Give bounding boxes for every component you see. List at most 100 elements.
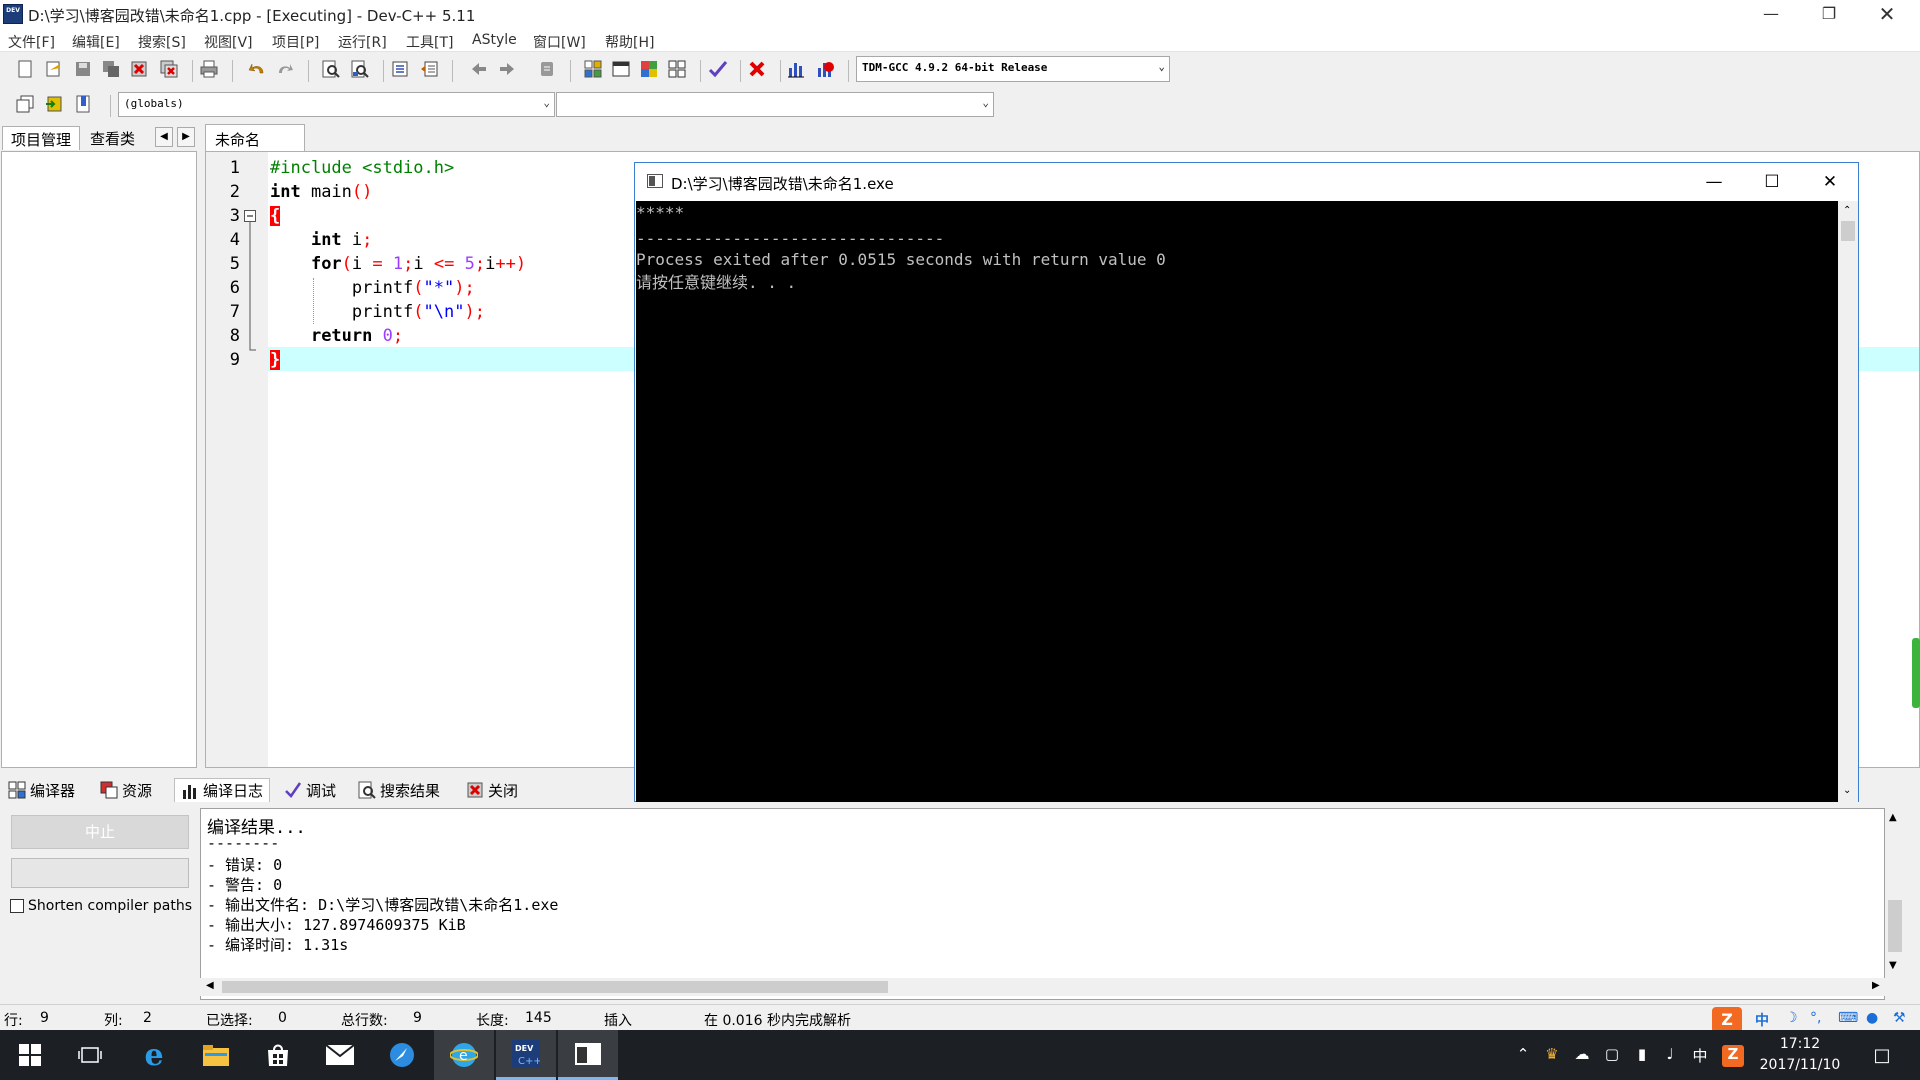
ime-tray-icon[interactable]: Z xyxy=(1722,1045,1744,1067)
console-minimize-button[interactable]: — xyxy=(1685,167,1743,197)
scroll-up-icon[interactable]: ▲ xyxy=(1889,812,1897,823)
syntax-check-icon[interactable] xyxy=(707,58,729,80)
user-icon[interactable]: ● xyxy=(1866,1010,1878,1026)
stop-button[interactable]: 中止 xyxy=(11,815,189,849)
shorten-paths-checkbox[interactable]: Shorten compiler paths xyxy=(10,898,192,914)
close-file-icon[interactable] xyxy=(128,58,150,80)
tab-compiler[interactable]: 编译器 xyxy=(8,778,75,802)
ie-browser-icon[interactable]: e xyxy=(434,1030,494,1080)
restore-button[interactable]: ❐ xyxy=(1800,0,1858,30)
scroll-thumb[interactable] xyxy=(1888,900,1902,952)
profile-icon[interactable] xyxy=(785,58,807,80)
log-vertical-scrollbar[interactable]: ▲ ▼ xyxy=(1885,808,1905,978)
scroll-thumb[interactable] xyxy=(1841,221,1855,241)
menu-window[interactable]: 窗口[W] xyxy=(533,32,586,52)
find-icon[interactable] xyxy=(320,58,342,80)
new-file-icon[interactable] xyxy=(14,58,36,80)
devcpp-taskbar-icon[interactable]: DEV C++ xyxy=(496,1030,556,1080)
close-button[interactable]: ✕ xyxy=(1858,0,1916,30)
goto-bookmark-icon[interactable] xyxy=(72,93,94,115)
open-file-icon[interactable] xyxy=(43,58,65,80)
menu-tools[interactable]: 工具[T] xyxy=(406,32,453,52)
start-icon[interactable] xyxy=(0,1030,60,1080)
log-horizontal-scrollbar[interactable]: ◀ ▶ xyxy=(200,978,1885,996)
bookmark-icon[interactable] xyxy=(536,58,558,80)
store-icon[interactable] xyxy=(248,1030,308,1080)
browser-app-icon[interactable] xyxy=(372,1030,432,1080)
scroll-down-icon[interactable]: ▼ xyxy=(1889,960,1897,971)
scroll-up-icon[interactable]: ⌃ xyxy=(1843,205,1851,216)
moon-icon[interactable]: ☽ xyxy=(1785,1010,1798,1026)
tab-compile-log[interactable]: 编译日志 xyxy=(174,778,271,802)
color-grid-icon[interactable] xyxy=(638,58,660,80)
toggle-bookmark-icon[interactable] xyxy=(43,93,65,115)
menu-help[interactable]: 帮助[H] xyxy=(605,32,654,52)
scope-select[interactable]: (globals) ⌄ xyxy=(118,92,555,117)
delete-profile-icon[interactable] xyxy=(814,58,836,80)
member-select[interactable]: ⌄ xyxy=(556,92,994,117)
cloud-icon[interactable]: ☁ xyxy=(1570,1045,1594,1067)
close-all-icon[interactable] xyxy=(158,58,180,80)
indent-icon[interactable] xyxy=(389,58,411,80)
tray-app-icon[interactable]: ♛ xyxy=(1540,1045,1564,1067)
punctuation-icon[interactable]: °, xyxy=(1810,1010,1821,1026)
scroll-thumb[interactable] xyxy=(222,981,888,993)
tab-resources[interactable]: 资源 xyxy=(100,778,152,802)
compile-log-panel[interactable]: 编译结果... -------- - 错误: 0 - 警告: 0 - 输出文件名… xyxy=(200,808,1885,1000)
checkbox-box[interactable] xyxy=(10,899,24,913)
console-taskbar-icon[interactable] xyxy=(558,1030,618,1080)
scroll-left-icon[interactable]: ◀ xyxy=(206,980,214,991)
save-all-icon[interactable] xyxy=(100,58,122,80)
tab-close[interactable]: 关闭 xyxy=(466,778,518,802)
console-close-button[interactable]: ✕ xyxy=(1801,167,1859,197)
project-tree-panel[interactable] xyxy=(1,151,197,768)
console-output[interactable]: ***** -------------------------------- P… xyxy=(636,201,1838,802)
menu-file[interactable]: 文件[F] xyxy=(8,32,55,52)
scroll-down-icon[interactable]: ⌄ xyxy=(1843,785,1851,796)
scroll-right-icon[interactable]: ▶ xyxy=(1872,980,1880,991)
console-title-bar[interactable]: D:\学习\博客园改错\未命名1.exe — ☐ ✕ xyxy=(635,163,1858,201)
volume-icon[interactable]: ♩ xyxy=(1658,1045,1682,1067)
goto-back-icon[interactable] xyxy=(468,58,490,80)
tab-project-manager[interactable]: 项目管理 xyxy=(2,126,81,150)
tab-scroll-right-icon[interactable]: ▶ xyxy=(177,127,195,147)
battery-icon[interactable]: ▮ xyxy=(1630,1045,1654,1067)
wrench-icon[interactable]: ⚒ xyxy=(1893,1010,1906,1026)
console-maximize-button[interactable]: ☐ xyxy=(1743,167,1801,197)
insert-icon[interactable] xyxy=(14,93,36,115)
ime-tray-label[interactable]: 中 xyxy=(1688,1045,1712,1067)
network-icon[interactable]: ▢ xyxy=(1600,1045,1624,1067)
mail-icon[interactable] xyxy=(310,1030,370,1080)
notification-icon[interactable]: □ xyxy=(1868,1045,1896,1067)
save-icon[interactable] xyxy=(72,58,94,80)
tile-icon[interactable] xyxy=(666,58,688,80)
menu-edit[interactable]: 编辑[E] xyxy=(72,32,120,52)
window-icon[interactable] xyxy=(610,58,632,80)
compiler-select[interactable]: TDM-GCC 4.9.2 64-bit Release ⌄ xyxy=(856,56,1170,82)
console-scrollbar[interactable]: ⌃ ⌄ xyxy=(1838,201,1858,802)
replace-icon[interactable] xyxy=(349,58,371,80)
menu-view[interactable]: 视图[V] xyxy=(204,32,253,52)
minimize-button[interactable]: — xyxy=(1742,0,1800,30)
menu-astyle[interactable]: AStyle xyxy=(472,32,517,48)
keyboard-icon[interactable]: ⌨ xyxy=(1838,1010,1858,1026)
print-icon[interactable] xyxy=(198,58,220,80)
tray-expand-icon[interactable]: ⌃ xyxy=(1512,1045,1534,1067)
task-view-icon[interactable] xyxy=(60,1030,120,1080)
tab-class-view[interactable]: 查看类 xyxy=(82,126,143,150)
undo-icon[interactable] xyxy=(246,58,268,80)
console-window[interactable]: D:\学习\博客园改错\未命名1.exe — ☐ ✕ ***** -------… xyxy=(634,162,1859,802)
ime-mode[interactable]: 中 xyxy=(1755,1010,1769,1030)
tab-search-results[interactable]: 搜索结果 xyxy=(358,778,440,802)
clock[interactable]: 17:12 2017/11/10 xyxy=(1750,1034,1850,1076)
fold-collapse-icon[interactable] xyxy=(244,206,256,351)
edge-browser-icon[interactable]: e xyxy=(124,1030,184,1080)
file-explorer-icon[interactable] xyxy=(186,1030,246,1080)
menu-search[interactable]: 搜索[S] xyxy=(138,32,186,52)
project-grid-icon[interactable] xyxy=(582,58,604,80)
stop-icon[interactable] xyxy=(746,58,768,80)
menu-project[interactable]: 项目[P] xyxy=(272,32,319,52)
menu-run[interactable]: 运行[R] xyxy=(338,32,387,52)
editor-tab-file[interactable]: 未命名1.cpp xyxy=(205,124,305,168)
redo-icon[interactable] xyxy=(274,58,296,80)
